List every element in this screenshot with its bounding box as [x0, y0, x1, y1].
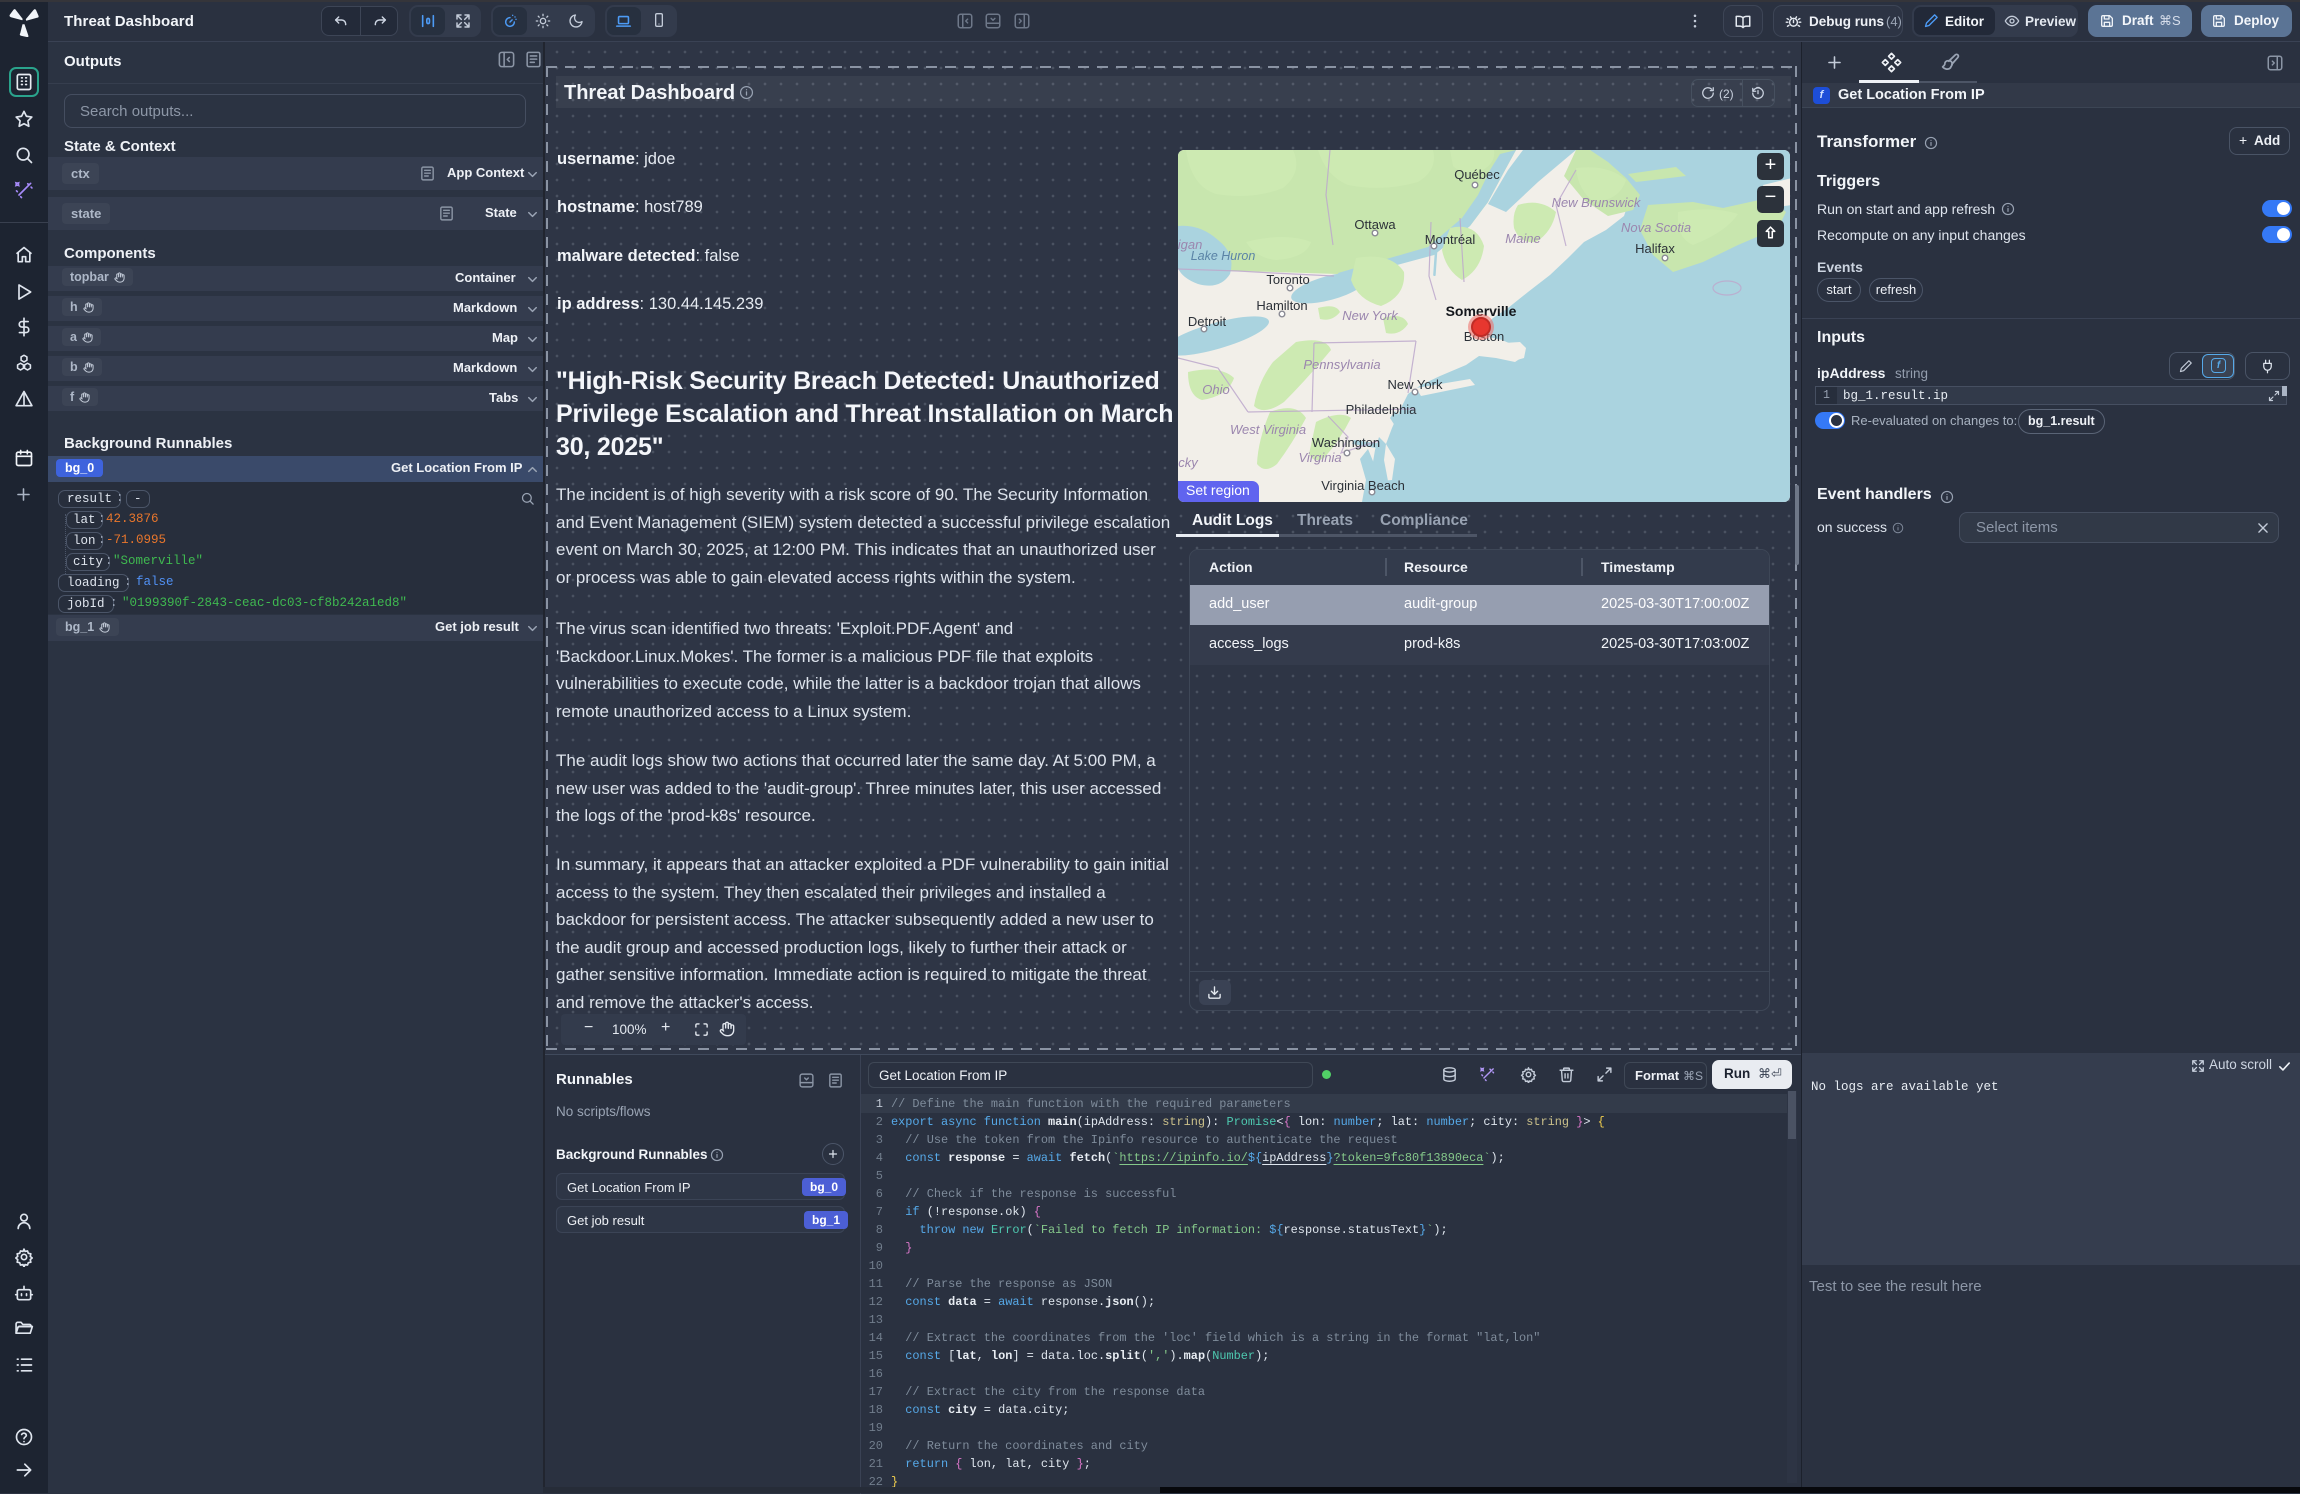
svg-text:Hamilton: Hamilton: [1256, 298, 1307, 313]
svg-text:Maine: Maine: [1505, 231, 1540, 246]
svg-text:Detroit: Detroit: [1188, 314, 1227, 329]
svg-text:Ottawa: Ottawa: [1354, 217, 1396, 232]
svg-text:Québec: Québec: [1454, 167, 1500, 182]
svg-text:Washington: Washington: [1312, 435, 1380, 450]
svg-text:cky: cky: [1178, 455, 1199, 470]
svg-text:Montréal: Montréal: [1425, 232, 1476, 247]
svg-text:Lake Huron: Lake Huron: [1191, 249, 1256, 263]
svg-text:New York: New York: [1342, 308, 1399, 323]
svg-text:New Brunswick: New Brunswick: [1552, 195, 1642, 210]
svg-text:West Virginia: West Virginia: [1230, 422, 1306, 437]
svg-text:Philadelphia: Philadelphia: [1346, 402, 1418, 417]
svg-text:Toronto: Toronto: [1266, 272, 1309, 287]
svg-text:New York: New York: [1388, 377, 1443, 392]
svg-text:Pennsylvania: Pennsylvania: [1303, 357, 1380, 372]
svg-text:Nova Scotia: Nova Scotia: [1621, 220, 1691, 235]
svg-text:Halifax: Halifax: [1635, 241, 1675, 256]
svg-text:Ohio: Ohio: [1202, 382, 1229, 397]
svg-text:Virginia Beach: Virginia Beach: [1321, 478, 1405, 493]
svg-text:Virginia: Virginia: [1298, 450, 1341, 465]
